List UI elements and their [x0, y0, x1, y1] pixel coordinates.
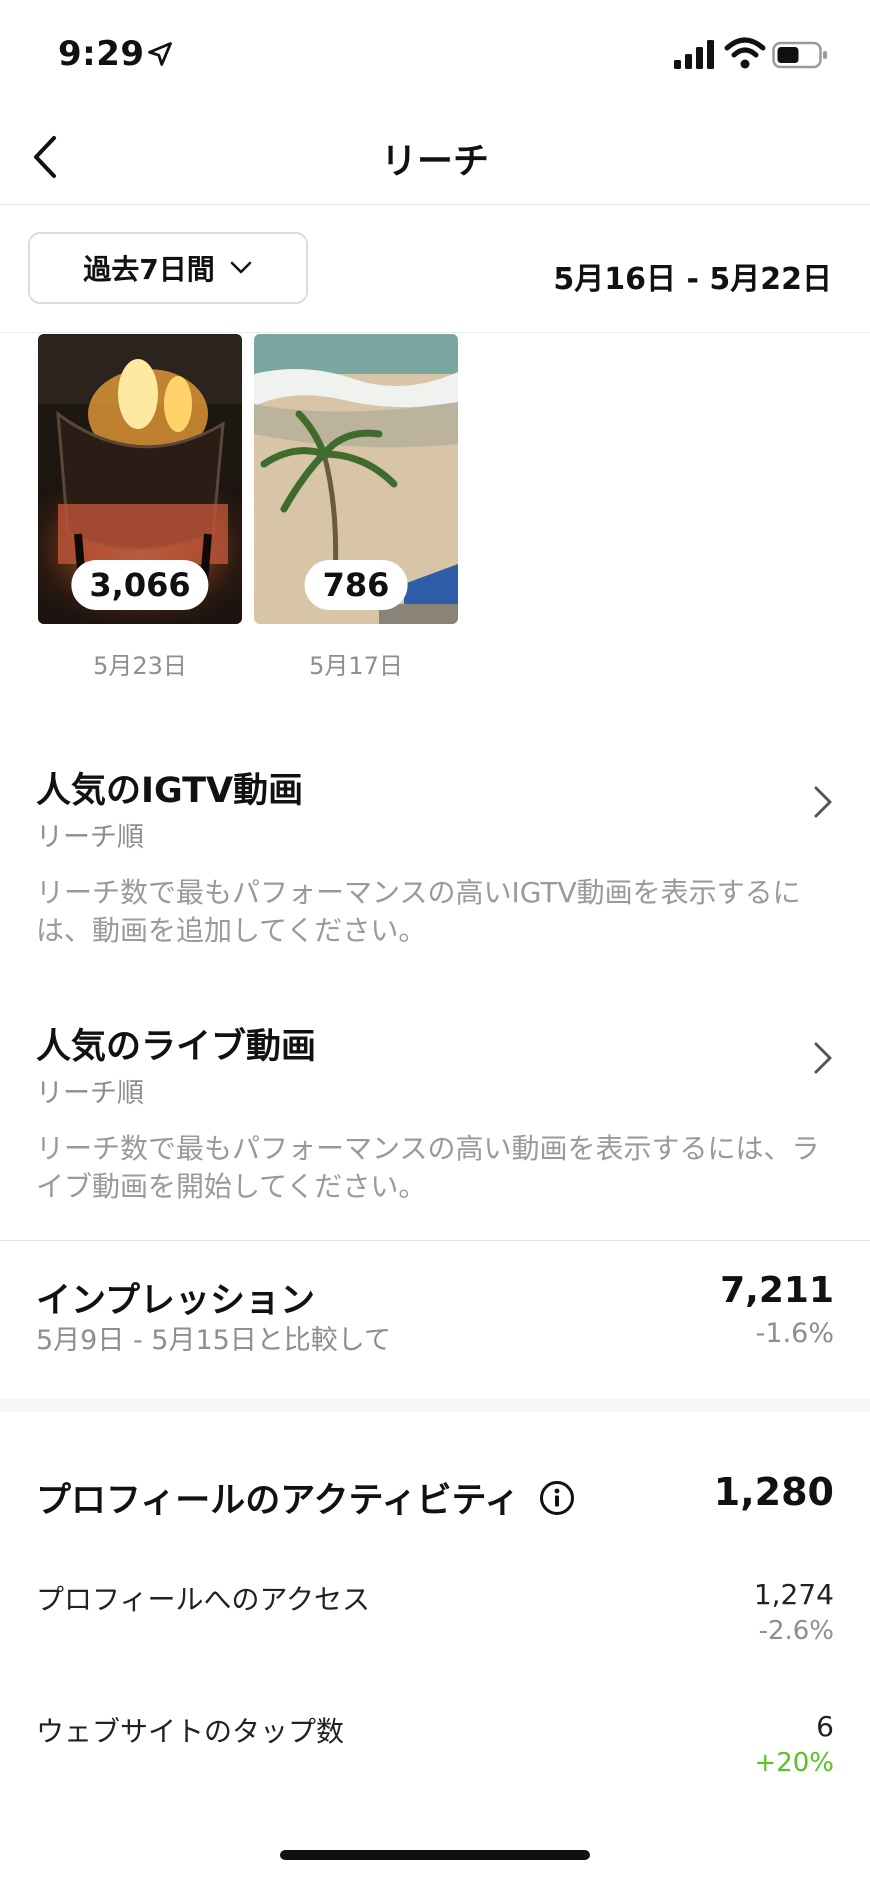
website-taps-label: ウェブサイトのタップ数: [36, 1715, 345, 1748]
story-date: 5月23日: [93, 652, 187, 680]
wifi-icon: [724, 37, 766, 69]
info-icon[interactable]: [539, 1480, 575, 1516]
status-bar: 9:29: [0, 0, 870, 110]
profile-activity-title: プロフィールのアクティビティ: [36, 1481, 520, 1521]
page-title: リーチ: [380, 141, 489, 182]
section-divider: [0, 1240, 870, 1241]
filter-bar: 過去7日間 5月16日 - 5月22日: [0, 204, 870, 333]
section-description: リーチ数で最もパフォーマンスの高いIGTV動画を表示するには、動画を追加してくだ…: [36, 876, 801, 947]
top-igtv-section[interactable]: 人気のIGTV動画 リーチ順 リーチ数で最もパフォーマンスの高いIGTV動画を表…: [36, 762, 836, 950]
battery-icon: [772, 41, 827, 69]
impressions-change: -1.6%: [755, 1318, 834, 1349]
location-arrow-icon: [148, 42, 172, 66]
section-description: リーチ数で最もパフォーマンスの高い動画を表示するには、ライブ動画を開始してくださ…: [36, 1132, 820, 1203]
impressions-value: 7,211: [720, 1270, 834, 1311]
top-live-section[interactable]: 人気のライブ動画 リーチ順 リーチ数で最もパフォーマンスの高い動画を表示するには…: [36, 1018, 836, 1206]
navigation-bar: リーチ: [0, 110, 870, 205]
story-thumbnail-fire[interactable]: 3,066: [38, 334, 242, 624]
chevron-right-icon: [814, 1042, 832, 1074]
profile-visits-change: -2.6%: [758, 1616, 834, 1646]
impressions-title: インプレッション: [36, 1281, 315, 1321]
profile-activity-value: 1,280: [713, 1470, 834, 1514]
story-date: 5月17日: [309, 652, 403, 680]
story-thumbnail-beach[interactable]: 786: [254, 334, 458, 624]
chevron-down-icon: [230, 261, 251, 274]
profile-visits-value: 1,274: [753, 1578, 834, 1611]
date-range: 5月16日 - 5月22日: [553, 262, 832, 297]
period-selector-label: 過去7日間: [83, 253, 215, 286]
section-title: 人気のライブ動画: [36, 1027, 317, 1067]
cellular-signal-icon: [674, 40, 714, 69]
section-subtitle: リーチ順: [36, 822, 144, 853]
impressions-comparison: 5月9日 - 5月15日と比較して: [36, 1325, 391, 1356]
status-time: 9:29: [58, 34, 145, 74]
website-taps-value: 6: [816, 1710, 834, 1743]
home-indicator: [280, 1850, 590, 1860]
section-subtitle: リーチ順: [36, 1078, 144, 1109]
section-title: 人気のIGTV動画: [36, 771, 304, 811]
section-separator: [0, 1398, 870, 1412]
website-taps-change: +20%: [754, 1748, 834, 1778]
profile-visits-label: プロフィールへのアクセス: [36, 1583, 371, 1616]
story-reach-count: 786: [304, 560, 408, 610]
chevron-right-icon: [814, 786, 832, 818]
period-selector-button[interactable]: 過去7日間: [28, 232, 308, 304]
story-reach-count: 3,066: [71, 560, 209, 610]
profile-activity-header: プロフィールのアクティビティ: [36, 1472, 575, 1523]
